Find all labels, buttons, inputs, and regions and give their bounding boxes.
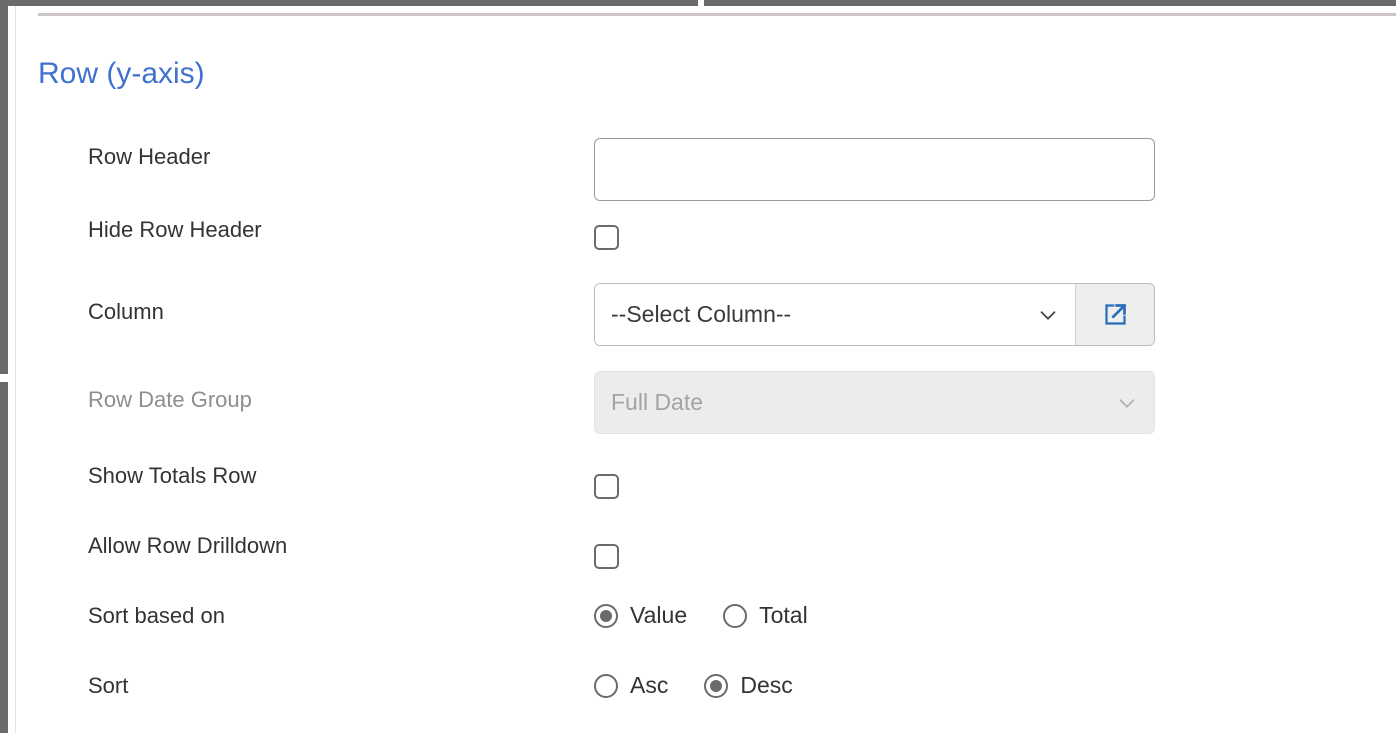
row-date-group-label: Row Date Group [88,387,252,412]
radio-asc-label: Asc [630,672,669,698]
form-row-allow-row-drilldown: Allow Row Drilldown [17,532,1396,582]
row-header-label: Row Header [88,144,211,169]
radio-value-label: Value [630,602,688,628]
sort-option-desc[interactable]: Desc [704,672,793,699]
window-left-notch [0,374,8,382]
sort-option-asc[interactable]: Asc [594,672,668,699]
row-date-group-select: Full Date [594,371,1155,434]
radio-desc[interactable] [704,673,729,698]
form-row-row-header: Row Header [17,128,1396,201]
column-select-value: --Select Column-- [611,301,792,327]
sort-based-on-option-value[interactable]: Value [594,602,687,629]
radio-total-label: Total [759,602,808,628]
form-row-sort: Sort Asc Desc [17,672,1396,722]
radio-total[interactable] [723,603,748,628]
column-select-group: --Select Column-- [594,283,1155,346]
form-row-column: Column --Select Column-- [17,283,1396,353]
hide-row-header-label: Hide Row Header [88,217,262,242]
show-totals-row-checkbox[interactable] [594,474,619,499]
allow-row-drilldown-label: Allow Row Drilldown [88,533,288,558]
column-select[interactable]: --Select Column-- [595,284,1076,345]
external-link-icon [1104,303,1126,325]
window-top-notch [698,0,704,6]
show-totals-row-label: Show Totals Row [88,463,257,488]
allow-row-drilldown-checkbox[interactable] [594,544,619,569]
form-row-sort-based-on: Sort based on Value Total [17,602,1396,652]
form-row-row-date-group: Row Date Group Full Date [17,371,1396,441]
sort-based-on-label: Sort based on [88,603,225,628]
row-header-input[interactable] [594,138,1155,201]
radio-value[interactable] [594,603,618,628]
sort-based-on-option-total[interactable]: Total [723,602,808,629]
sort-radio-group: Asc Desc [594,672,793,699]
row-settings-panel: Row (y-axis) Row Header Hide Row Header … [17,16,1396,733]
window-top-edge [0,0,1396,6]
radio-asc[interactable] [594,673,618,698]
column-label: Column [88,299,164,324]
hide-row-header-checkbox[interactable] [594,225,619,250]
form-row-show-totals-row: Show Totals Row [17,462,1396,512]
radio-desc-label: Desc [740,672,793,698]
row-date-group-value: Full Date [611,389,704,415]
chevron-down-icon [1119,398,1135,408]
sort-label: Sort [88,673,129,698]
chevron-down-icon [1040,310,1056,320]
section-title: Row (y-axis) [38,57,205,90]
form-row-hide-row-header: Hide Row Header [17,216,1396,266]
panel-left-gutter [8,6,16,733]
sort-based-on-radio-group: Value Total [594,602,808,629]
window-left-edge [0,6,8,733]
column-open-button[interactable] [1076,284,1154,345]
